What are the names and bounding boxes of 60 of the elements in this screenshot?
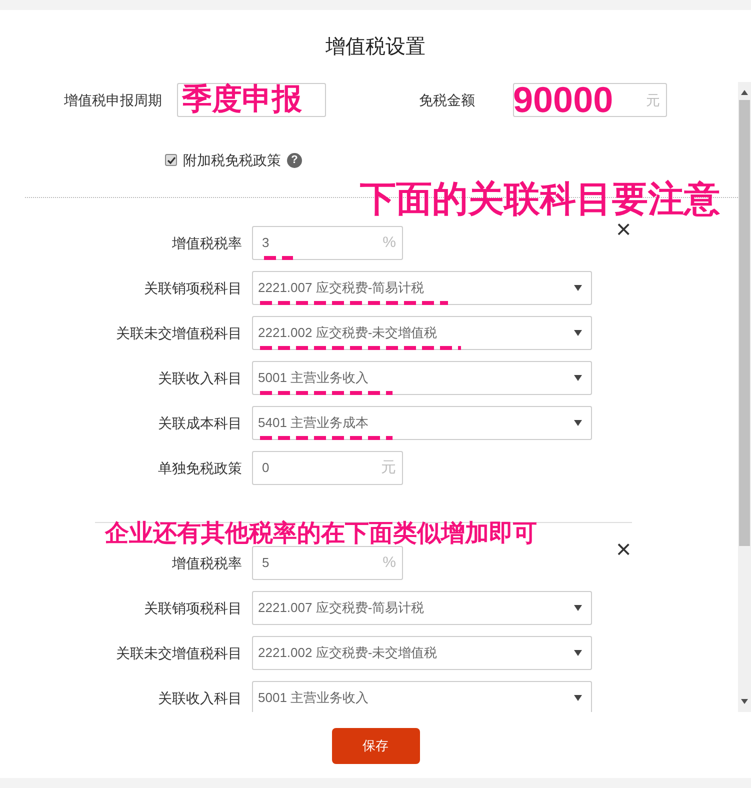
select-field[interactable]: 2221.002 应交税费-未交增值税 [252, 636, 592, 670]
field-label: 增值税税率 [171, 554, 243, 572]
scroll-down-icon[interactable] [741, 699, 748, 704]
field-value: 2221.002 应交税费-未交增值税 [258, 645, 438, 660]
period-value: 季度申报 [182, 85, 302, 115]
select-field[interactable]: 5001 主营业务收入 [252, 681, 592, 712]
field-label: 免税金额 [419, 90, 476, 110]
scrollbar-thumb[interactable] [739, 100, 750, 546]
annotation-text: 下面的关联科目要注意 [360, 181, 720, 217]
input-field[interactable]: 5 % [252, 546, 403, 580]
field-value: 3 [262, 235, 270, 250]
period-select[interactable]: 季度申报 [177, 83, 326, 117]
field-label: 关联销项税科目 [143, 278, 243, 298]
field-value: 5 [262, 555, 270, 570]
select-field[interactable]: 2221.007 应交税费-简易计税 [252, 271, 592, 305]
scroll-up-icon[interactable] [741, 90, 748, 95]
field-label: 单独免税政策 [157, 458, 243, 478]
dropdown-caret-icon[interactable] [574, 605, 582, 611]
annotation-text: 企业还有其他税率的在下面类似增加即可 [105, 522, 537, 546]
field-label: 关联未交增值税科目 [115, 644, 243, 662]
unit-label: % [382, 232, 396, 253]
dropdown-caret-icon[interactable] [574, 330, 582, 336]
unit-label: 元 [381, 458, 396, 478]
scrollbar[interactable] [738, 82, 751, 712]
checkbox-label: 附加税免税政策 [183, 150, 281, 170]
dropdown-caret-icon[interactable] [574, 695, 582, 701]
field-label: 关联收入科目 [157, 368, 243, 388]
dialog-title: 增值税设置 [326, 34, 426, 60]
field-label: 增值税申报周期 [63, 90, 163, 110]
dropdown-caret-icon[interactable] [574, 650, 582, 656]
field-value: 5001 主营业务收入 [258, 370, 369, 386]
field-value: 2221.007 应交税费-简易计税 [258, 280, 424, 296]
exemption-input[interactable]: 90000 元 [513, 83, 667, 117]
select-field[interactable]: 5401 主营业务成本 [252, 406, 592, 440]
field-value: 0 [262, 460, 270, 476]
exemption-value: 90000 [513, 82, 614, 118]
field-label: 关联收入科目 [157, 688, 243, 708]
field-label: 增值税税率 [171, 234, 243, 252]
field-label: 关联销项税科目 [143, 598, 243, 618]
field-value: 5401 主营业务成本 [258, 415, 369, 430]
input-field[interactable]: 3 % [252, 226, 403, 260]
dropdown-caret-icon[interactable] [574, 285, 582, 291]
dropdown-caret-icon[interactable] [574, 420, 582, 426]
input-field[interactable]: 0 元 [252, 451, 403, 485]
field-label: 关联未交增值税科目 [115, 324, 243, 342]
unit-label: % [382, 552, 396, 573]
field-value: 2221.002 应交税费-未交增值税 [258, 325, 438, 340]
field-label: 关联成本科目 [157, 414, 243, 432]
help-icon[interactable]: ? [287, 152, 302, 168]
save-button[interactable]: 保存 [332, 728, 420, 764]
unit-label: 元 [646, 90, 660, 110]
select-field[interactable]: 2221.007 应交税费-简易计税 [252, 591, 592, 625]
close-icon[interactable]: × [616, 216, 632, 242]
select-field[interactable]: 5001 主营业务收入 [252, 361, 592, 395]
field-value: 2221.007 应交税费-简易计税 [258, 600, 424, 616]
dropdown-caret-icon[interactable] [574, 375, 582, 381]
field-value: 5001 主营业务收入 [258, 690, 369, 706]
checkbox[interactable] [165, 154, 177, 166]
close-icon[interactable]: × [616, 536, 632, 562]
select-field[interactable]: 2221.002 应交税费-未交增值税 [252, 316, 592, 350]
